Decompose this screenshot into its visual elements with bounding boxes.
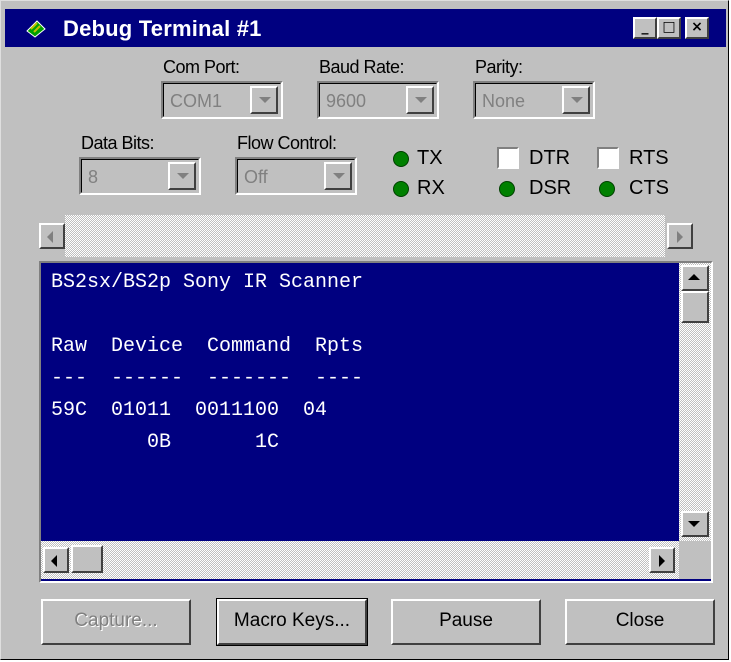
dtr-label: DTR [529,147,571,169]
terminal-line: Raw Device Command Rpts [51,335,364,358]
rx-led-icon [393,181,409,197]
cts-led-icon [599,181,615,197]
chevron-down-icon[interactable] [324,162,352,190]
pause-button[interactable]: Pause [391,599,541,645]
data-bits-value: 8 [88,167,99,187]
data-bits-label: Data Bits: [81,133,155,153]
minimize-button[interactable]: _ [633,17,657,39]
debug-terminal-window: Debug Terminal #1 _ □ × Com Port: COM1 B… [0,0,729,660]
close-window-button[interactable]: × [685,17,709,39]
tx-led-icon [393,151,409,167]
rts-label: RTS [629,147,669,169]
terminal-line: --- ------ ------- ---- [51,367,364,390]
scroll-right-icon[interactable] [667,223,693,249]
vertical-scrollbar[interactable] [679,263,711,541]
window-title: Debug Terminal #1 [63,16,262,41]
maximize-button[interactable]: □ [657,17,681,39]
horizontal-scroll-thumb[interactable] [71,545,103,573]
com-port-label: Com Port: [163,57,240,77]
vertical-scroll-thumb[interactable] [681,291,709,323]
terminal-line: BS2sx/BS2p Sony IR Scanner [51,271,364,294]
dtr-checkbox[interactable] [497,147,519,169]
flow-control-select[interactable]: Off [235,157,357,195]
baud-rate-label: Baud Rate: [319,57,405,77]
chevron-down-icon[interactable] [406,86,434,114]
com-port-value: COM1 [170,91,223,111]
scroll-left-icon[interactable] [43,547,69,573]
receive-terminal[interactable]: BS2sx/BS2p Sony IR Scanner Raw Device Co… [39,261,713,583]
parity-select[interactable]: None [473,81,595,119]
terminal-line: 0B 1C [51,431,280,454]
baud-rate-value: 9600 [326,91,367,111]
chevron-down-icon[interactable] [250,86,278,114]
rts-checkbox[interactable] [597,147,619,169]
data-bits-select[interactable]: 8 [79,157,201,195]
chevron-down-icon[interactable] [168,162,196,190]
scroll-down-icon[interactable] [681,511,709,537]
parity-label: Parity: [475,57,523,77]
flow-control-value: Off [244,167,268,187]
scroll-track[interactable] [65,215,665,257]
chevron-down-icon[interactable] [562,86,590,114]
baud-rate-select[interactable]: 9600 [317,81,439,119]
close-button[interactable]: Close [565,599,715,645]
capture-button[interactable]: Capture... [41,599,191,645]
macro-keys-button[interactable]: Macro Keys... [216,598,368,646]
dsr-label: DSR [529,177,572,199]
tx-label: TX [417,147,443,169]
parity-value: None [482,91,526,111]
horizontal-scrollbar[interactable] [41,541,679,579]
scroll-up-icon[interactable] [681,265,709,291]
terminal-line: 59C 01011 0011100 04 [51,399,328,422]
title-bar[interactable]: Debug Terminal #1 _ □ × [5,9,726,47]
cts-label: CTS [629,177,669,199]
scrollbar-corner [679,541,711,579]
scroll-left-icon[interactable] [39,223,65,249]
transmit-scrollbar[interactable] [39,215,709,257]
dsr-led-icon [499,181,515,197]
debug-terminal-icon [26,20,46,38]
rx-label: RX [417,177,445,199]
flow-control-label: Flow Control: [237,133,337,153]
scroll-right-icon[interactable] [649,547,675,573]
com-port-select[interactable]: COM1 [161,81,283,119]
